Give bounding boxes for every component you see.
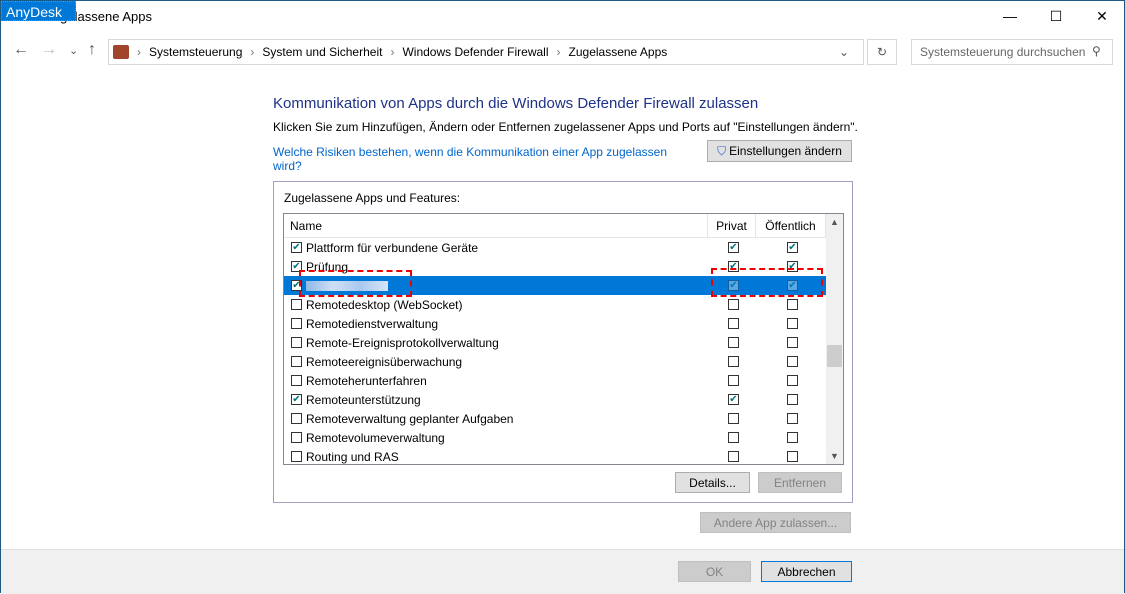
list-item[interactable]: Remotedienstverwaltung <box>284 314 843 333</box>
app-name: Routing und RAS <box>306 449 399 464</box>
address-bar[interactable]: › Systemsteuerung › System und Sicherheit… <box>108 39 864 65</box>
breadcrumb-item[interactable]: Systemsteuerung <box>149 45 242 59</box>
enable-checkbox[interactable] <box>291 451 302 462</box>
chevron-down-icon[interactable]: ⌄ <box>839 45 849 59</box>
private-checkbox[interactable]: ✔ <box>728 242 739 253</box>
page-subtitle: Klicken Sie zum Hinzufügen, Ändern oder … <box>273 120 858 134</box>
private-checkbox[interactable]: ✔ <box>728 394 739 405</box>
enable-checkbox[interactable] <box>291 375 302 386</box>
app-name: Remoteereignisüberwachung <box>306 354 463 369</box>
private-checkbox[interactable] <box>728 375 739 386</box>
scrollbar[interactable]: ▲ ▼ <box>826 214 843 464</box>
enable-checkbox[interactable]: ✔ <box>291 394 302 405</box>
list-item[interactable]: Remotevolumeverwaltung <box>284 428 843 447</box>
enable-checkbox[interactable] <box>291 413 302 424</box>
details-button[interactable]: Details... <box>675 472 750 493</box>
enable-checkbox[interactable] <box>291 318 302 329</box>
public-checkbox[interactable] <box>787 299 798 310</box>
allow-another-app-button[interactable]: Andere App zulassen... <box>700 512 851 533</box>
cancel-button[interactable]: Abbrechen <box>761 561 852 582</box>
risk-info-link[interactable]: Welche Risiken bestehen, wenn die Kommun… <box>273 145 693 173</box>
refresh-button[interactable]: ↻ <box>867 39 897 65</box>
scroll-down-icon[interactable]: ▼ <box>826 451 843 461</box>
column-name[interactable]: Name <box>284 214 708 237</box>
list-item[interactable]: Remoteereignisüberwachung <box>284 352 843 371</box>
group-label: Zugelassene Apps und Features: <box>284 191 461 205</box>
public-checkbox[interactable]: ✔ <box>787 242 798 253</box>
up-button[interactable]: ↑ <box>88 41 96 59</box>
highlight-annotation <box>711 268 823 297</box>
enable-checkbox[interactable] <box>291 432 302 443</box>
back-button[interactable]: ← <box>13 41 29 59</box>
forward-button[interactable]: → <box>41 41 57 59</box>
column-private[interactable]: Privat <box>708 214 756 237</box>
private-checkbox[interactable] <box>728 337 739 348</box>
breadcrumb-item[interactable]: Zugelassene Apps <box>569 45 668 59</box>
list-item[interactable]: Remoteverwaltung geplanter Aufgaben <box>284 409 843 428</box>
public-checkbox[interactable] <box>787 375 798 386</box>
private-checkbox[interactable] <box>728 451 739 462</box>
private-checkbox[interactable] <box>728 432 739 443</box>
app-name: Remoteverwaltung geplanter Aufgaben <box>306 411 514 426</box>
app-name: Remoteunterstützung <box>306 392 421 407</box>
app-name: Remotedienstverwaltung <box>306 316 439 331</box>
remove-button[interactable]: Entfernen <box>758 472 842 493</box>
private-checkbox[interactable] <box>728 413 739 424</box>
public-checkbox[interactable] <box>787 394 798 405</box>
title-bar: Zugelassene Apps AnyDesk — ☐ ✕ <box>1 1 1124 33</box>
app-name: Remoteherunterfahren <box>306 373 427 388</box>
minimize-button[interactable]: — <box>987 1 1033 31</box>
enable-checkbox[interactable] <box>291 337 302 348</box>
recent-locations-button[interactable]: ⌄ <box>69 44 78 57</box>
enable-checkbox[interactable] <box>291 356 302 367</box>
app-name: Remote-Ereignisprotokollverwaltung <box>306 335 499 350</box>
enable-checkbox[interactable]: ✔ <box>291 242 302 253</box>
change-settings-button[interactable]: ⛉ Einstellungen ändern <box>707 140 852 162</box>
public-checkbox[interactable] <box>787 356 798 367</box>
footer-bar <box>1 549 1124 594</box>
ok-button[interactable]: OK <box>678 561 751 582</box>
scrollbar-thumb[interactable] <box>827 345 842 367</box>
list-item[interactable]: Remotedesktop (WebSocket) <box>284 295 843 314</box>
public-checkbox[interactable] <box>787 318 798 329</box>
scroll-up-icon[interactable]: ▲ <box>826 217 843 227</box>
breadcrumb-item[interactable]: Windows Defender Firewall <box>402 45 548 59</box>
breadcrumb-item[interactable]: System und Sicherheit <box>262 45 382 59</box>
app-name: Remotevolumeverwaltung <box>306 430 445 445</box>
list-item[interactable]: Remote-Ereignisprotokollverwaltung <box>284 333 843 352</box>
close-button[interactable]: ✕ <box>1079 1 1125 31</box>
public-checkbox[interactable] <box>787 413 798 424</box>
enable-checkbox[interactable] <box>291 299 302 310</box>
shield-icon: ⛉ <box>717 143 727 158</box>
public-checkbox[interactable] <box>787 337 798 348</box>
app-name: Remotedesktop (WebSocket) <box>306 297 463 312</box>
private-checkbox[interactable] <box>728 299 739 310</box>
search-input[interactable]: Systemsteuerung durchsuchen <box>911 39 1113 65</box>
app-name: Plattform für verbundene Geräte <box>306 240 479 255</box>
list-item[interactable]: Routing und RAS <box>284 447 843 464</box>
page-title: Kommunikation von Apps durch die Windows… <box>273 95 759 112</box>
list-item[interactable]: ✔ Remoteunterstützung ✔ <box>284 390 843 409</box>
apps-list[interactable]: Name Privat Öffentlich ✔ Plattform für ve… <box>283 213 844 465</box>
highlight-annotation <box>299 270 412 297</box>
public-checkbox[interactable] <box>787 451 798 462</box>
search-icon: ⚲ <box>1092 44 1101 58</box>
column-public[interactable]: Öffentlich <box>756 214 826 237</box>
list-item[interactable]: ✔ Plattform für verbundene Geräte ✔ ✔ <box>284 238 843 257</box>
list-item[interactable]: Remoteherunterfahren <box>284 371 843 390</box>
anydesk-overlay: AnyDesk <box>1 1 76 21</box>
firewall-icon <box>113 45 129 59</box>
private-checkbox[interactable] <box>728 318 739 329</box>
maximize-button[interactable]: ☐ <box>1033 1 1079 31</box>
public-checkbox[interactable] <box>787 432 798 443</box>
private-checkbox[interactable] <box>728 356 739 367</box>
